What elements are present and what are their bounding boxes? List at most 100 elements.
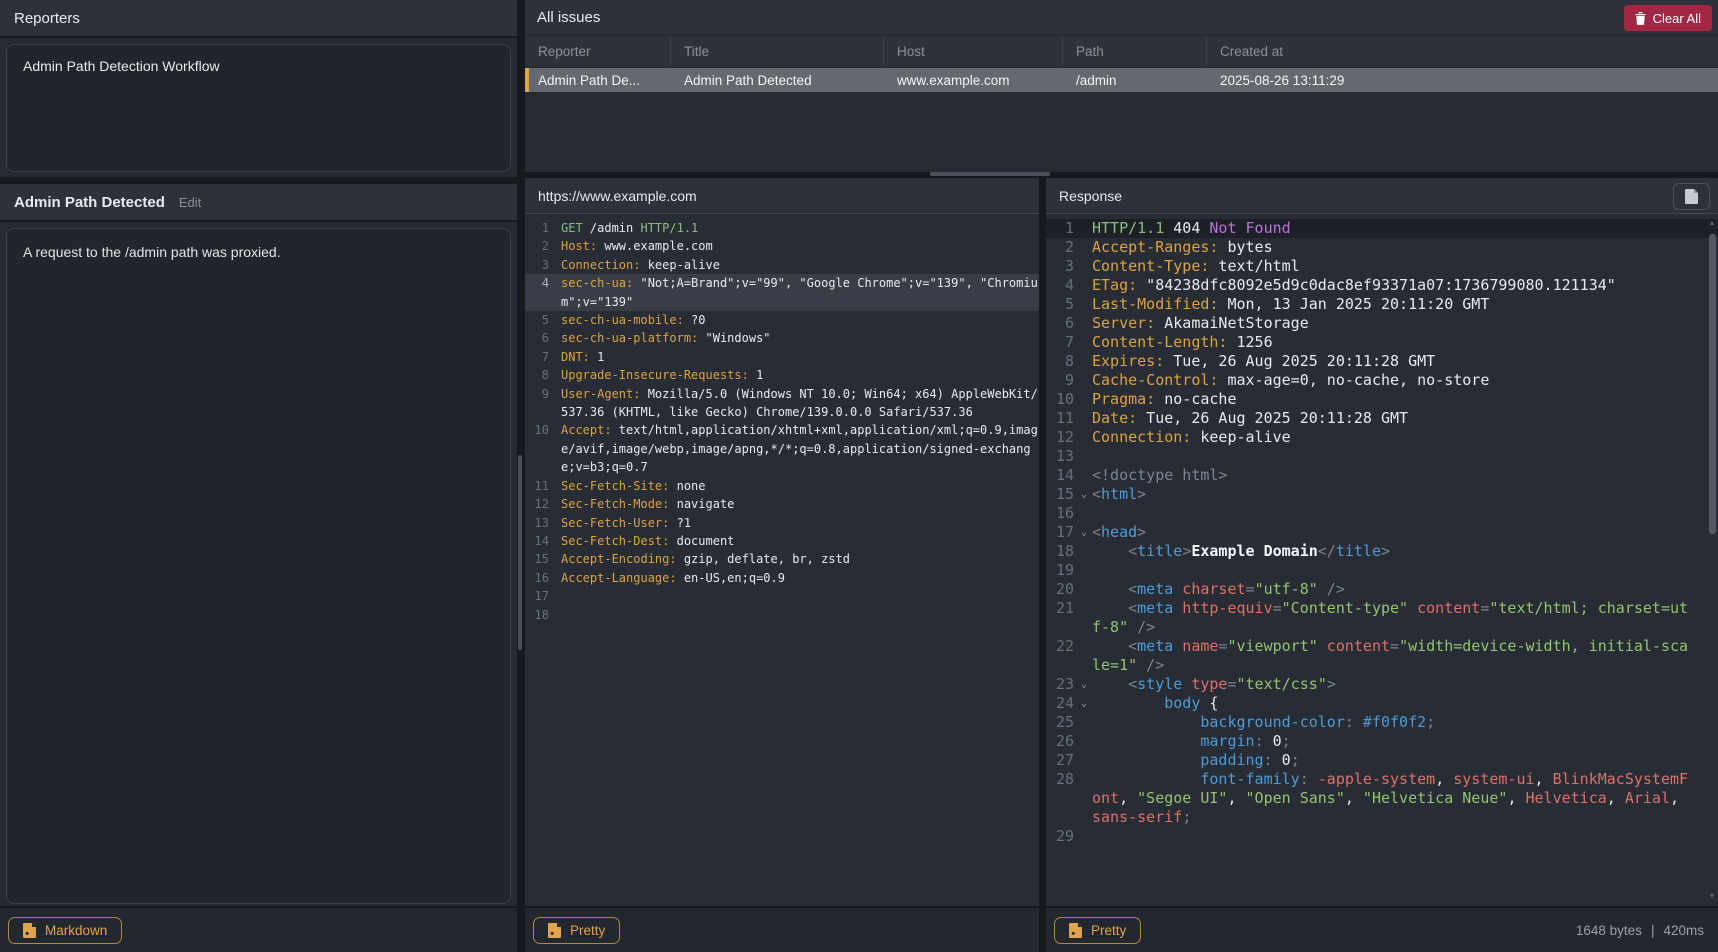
code-line[interactable]: 19 <box>1046 561 1718 580</box>
response-pretty-button[interactable]: Pretty <box>1054 917 1141 944</box>
issue-cell-created-at: 2025-08-26 13:11:29 <box>1207 68 1718 92</box>
scroll-down-icon[interactable]: ▼ <box>1707 893 1717 900</box>
fold-chevron-icon[interactable]: ⌄ <box>1076 523 1092 542</box>
response-panel-header: Response <box>1046 178 1718 214</box>
code-line[interactable]: 5sec-ch-ua-mobile: ?0 <box>525 311 1039 329</box>
code-line[interactable]: 4ETag: "84238dfc8092e5d9c0dac8ef93371a07… <box>1046 276 1718 295</box>
code-line[interactable]: 10Accept: text/html,application/xhtml+xm… <box>525 421 1039 476</box>
code-line[interactable]: 3Connection: keep-alive <box>525 256 1039 274</box>
column-header-host[interactable]: Host <box>884 36 1063 66</box>
code-line[interactable]: 6sec-ch-ua-platform: "Windows" <box>525 329 1039 347</box>
response-scrollbar[interactable]: ▲ ▼ <box>1707 220 1717 900</box>
code-line[interactable]: 29 <box>1046 827 1718 846</box>
code-line[interactable]: 16 <box>1046 504 1718 523</box>
markdown-toggle-button[interactable]: Markdown <box>8 917 122 944</box>
code-line[interactable]: 27 padding: 0; <box>1046 751 1718 770</box>
line-number: 27 <box>1046 751 1074 770</box>
code-line[interactable]: 2Accept-Ranges: bytes <box>1046 238 1718 257</box>
note-panel-header: Admin Path Detected Edit <box>0 184 517 222</box>
horizontal-resize-handle[interactable] <box>930 172 1050 176</box>
code-line[interactable]: 17⌄<head> <box>1046 523 1718 542</box>
request-panel: https://www.example.com 1GET /admin HTTP… <box>525 178 1039 952</box>
code-content: <meta charset="utf-8" /> <box>1092 580 1689 599</box>
code-line[interactable]: 9User-Agent: Mozilla/5.0 (Windows NT 10.… <box>525 385 1039 422</box>
issue-note-panel: Admin Path Detected Edit A request to th… <box>0 184 517 952</box>
code-line[interactable]: 26 margin: 0; <box>1046 732 1718 751</box>
code-line[interactable]: 8Upgrade-Insecure-Requests: 1 <box>525 366 1039 384</box>
code-line[interactable]: 1HTTP/1.1 404 Not Found <box>1046 219 1718 238</box>
code-content: <meta name="viewport" content="width=dev… <box>1092 637 1689 675</box>
reporters-panel-header: Reporters <box>0 0 517 38</box>
code-line[interactable]: 18 <title>Example Domain</title> <box>1046 542 1718 561</box>
response-editor[interactable]: 1HTTP/1.1 404 Not Found2Accept-Ranges: b… <box>1046 214 1718 906</box>
scrollbar-thumb[interactable] <box>1709 234 1716 534</box>
line-number: 22 <box>1046 637 1074 656</box>
code-line[interactable]: 2Host: www.example.com <box>525 237 1039 255</box>
request-editor[interactable]: 1GET /admin HTTP/1.12Host: www.example.c… <box>525 214 1039 906</box>
code-line[interactable]: 20 <meta charset="utf-8" /> <box>1046 580 1718 599</box>
code-line[interactable]: 4sec-ch-ua: "Not;A=Brand";v="99", "Googl… <box>525 274 1039 311</box>
copy-response-button[interactable] <box>1673 183 1710 210</box>
code-line[interactable]: 10Pragma: no-cache <box>1046 390 1718 409</box>
code-line[interactable]: 7DNT: 1 <box>525 348 1039 366</box>
code-line[interactable]: 14Sec-Fetch-Dest: document <box>525 532 1039 550</box>
line-number: 15 <box>525 550 549 568</box>
code-content: padding: 0; <box>1092 751 1689 770</box>
code-line[interactable]: 5Last-Modified: Mon, 13 Jan 2025 20:11:2… <box>1046 295 1718 314</box>
line-number: 15 <box>1046 485 1074 504</box>
clear-all-button[interactable]: Clear All <box>1624 5 1712 31</box>
code-line[interactable]: 16Accept-Language: en-US,en;q=0.9 <box>525 569 1039 587</box>
column-header-created-at[interactable]: Created at <box>1207 36 1718 66</box>
issue-row-selected[interactable]: Admin Path De...Admin Path Detectedwww.e… <box>525 68 1718 92</box>
reporter-item[interactable]: Admin Path Detection Workflow <box>7 45 510 87</box>
reporters-list: Admin Path Detection Workflow <box>6 44 511 172</box>
code-line[interactable]: 8Expires: Tue, 26 Aug 2025 20:11:28 GMT <box>1046 352 1718 371</box>
code-line[interactable]: 13 <box>1046 447 1718 466</box>
note-edit-link[interactable]: Edit <box>179 195 201 210</box>
issues-table-header: Reporter Title Host Path Created at <box>525 36 1718 66</box>
response-size: 1648 bytes <box>1576 923 1642 938</box>
code-line[interactable]: 24⌄ body { <box>1046 694 1718 713</box>
code-line[interactable]: 15⌄<html> <box>1046 485 1718 504</box>
line-number: 12 <box>1046 428 1074 447</box>
code-line[interactable]: 23⌄ <style type="text/css"> <box>1046 675 1718 694</box>
note-content-box[interactable]: A request to the /admin path was proxied… <box>6 228 511 904</box>
fold-chevron-icon[interactable]: ⌄ <box>1076 485 1092 504</box>
code-content: Accept-Encoding: gzip, deflate, br, zstd <box>561 550 1039 568</box>
code-content: <style type="text/css"> <box>1092 675 1689 694</box>
response-panel-footer: Pretty 1648 bytes | 420ms <box>1046 906 1718 952</box>
code-line[interactable]: 11Sec-Fetch-Site: none <box>525 477 1039 495</box>
code-line[interactable]: 12Sec-Fetch-Mode: navigate <box>525 495 1039 513</box>
code-line[interactable]: 21 <meta http-equiv="Content-type" conte… <box>1046 599 1718 637</box>
line-number: 18 <box>525 606 549 624</box>
code-line[interactable]: 22 <meta name="viewport" content="width=… <box>1046 637 1718 675</box>
code-line[interactable]: 1GET /admin HTTP/1.1 <box>525 219 1039 237</box>
code-line[interactable]: 7Content-Length: 1256 <box>1046 333 1718 352</box>
code-line[interactable]: 15 Accept-Encoding: gzip, deflate, br, zs… <box>525 550 1039 568</box>
issue-cell-title: Admin Path Detected <box>671 68 884 92</box>
code-line[interactable]: 14<!doctype html> <box>1046 466 1718 485</box>
code-line[interactable]: 17 <box>525 587 1039 605</box>
code-line[interactable]: 28 font-family: -apple-system, system-ui… <box>1046 770 1718 827</box>
column-header-path[interactable]: Path <box>1063 36 1207 66</box>
code-line[interactable]: 12Connection: keep-alive <box>1046 428 1718 447</box>
code-line[interactable]: 11Date: Tue, 26 Aug 2025 20:11:28 GMT <box>1046 409 1718 428</box>
code-line[interactable]: 6Server: AkamaiNetStorage <box>1046 314 1718 333</box>
code-line[interactable]: 25 background-color: #f0f0f2; <box>1046 713 1718 732</box>
code-line[interactable]: 18 <box>525 606 1039 624</box>
column-header-title[interactable]: Title <box>671 36 884 66</box>
issues-panel: All issues Clear All Reporter Title Host… <box>525 0 1718 172</box>
code-line[interactable]: 3Content-Type: text/html <box>1046 257 1718 276</box>
code-line[interactable]: 13Sec-Fetch-User: ?1 <box>525 514 1039 532</box>
code-content: sec-ch-ua-mobile: ?0 <box>561 311 1039 329</box>
line-number: 11 <box>525 477 549 495</box>
scroll-up-icon[interactable]: ▲ <box>1707 220 1717 227</box>
fold-chevron-icon[interactable]: ⌄ <box>1076 694 1092 713</box>
column-header-reporter[interactable]: Reporter <box>525 36 671 66</box>
vertical-resize-handle[interactable] <box>518 455 522 650</box>
code-line[interactable]: 9Cache-Control: max-age=0, no-cache, no-… <box>1046 371 1718 390</box>
code-content: <head> <box>1092 523 1689 542</box>
fold-chevron-icon[interactable]: ⌄ <box>1076 675 1092 694</box>
code-content: margin: 0; <box>1092 732 1689 751</box>
request-pretty-button[interactable]: Pretty <box>533 917 620 944</box>
